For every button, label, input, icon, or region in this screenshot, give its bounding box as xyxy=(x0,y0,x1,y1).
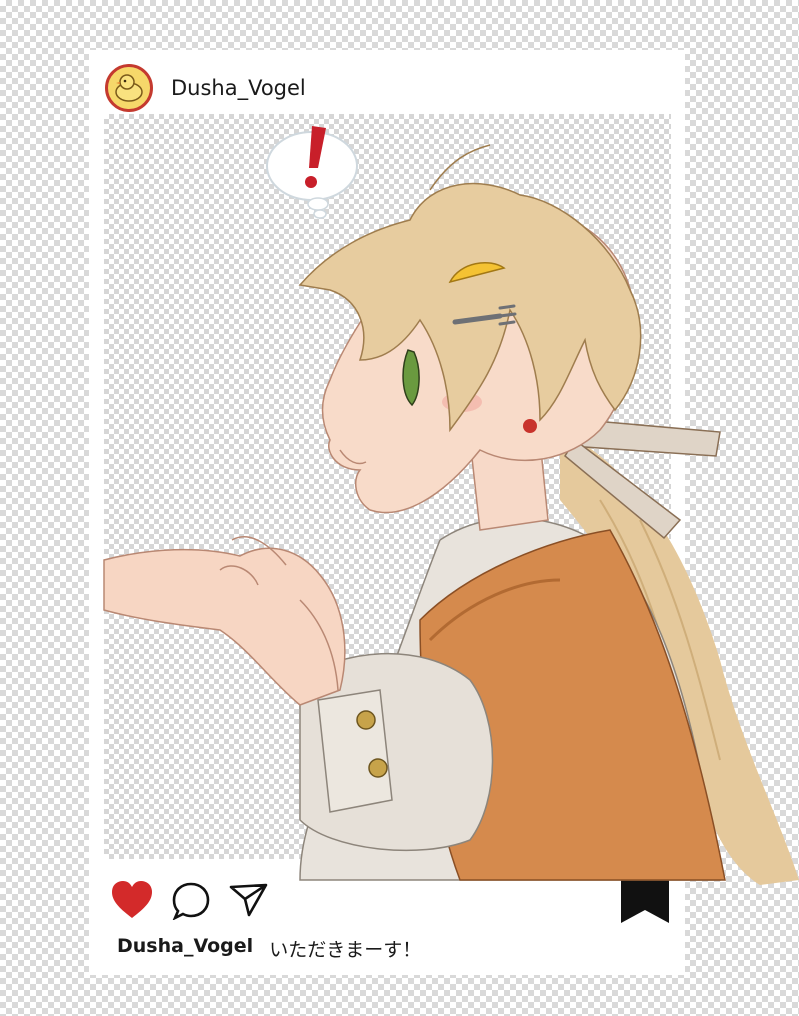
paper-plane-icon[interactable] xyxy=(229,881,269,919)
post-caption: Dusha_Vogel いただきまーす！ xyxy=(117,935,421,962)
heart-icon[interactable] xyxy=(111,880,153,920)
post-username[interactable]: Dusha_Vogel xyxy=(171,76,306,100)
post-photo[interactable] xyxy=(104,114,671,859)
bookmark-icon[interactable] xyxy=(620,876,670,924)
caption-username[interactable]: Dusha_Vogel xyxy=(117,935,253,962)
post-card: Dusha_Vogel Dusha_Vogel いただきまーす！ xyxy=(89,50,685,975)
caption-text: いただきまーす！ xyxy=(269,939,422,961)
chick-icon xyxy=(115,74,143,102)
avatar[interactable] xyxy=(105,64,153,112)
post-actions xyxy=(111,876,671,924)
speech-bubble-icon[interactable] xyxy=(171,882,211,920)
post-header: Dusha_Vogel xyxy=(105,64,306,112)
